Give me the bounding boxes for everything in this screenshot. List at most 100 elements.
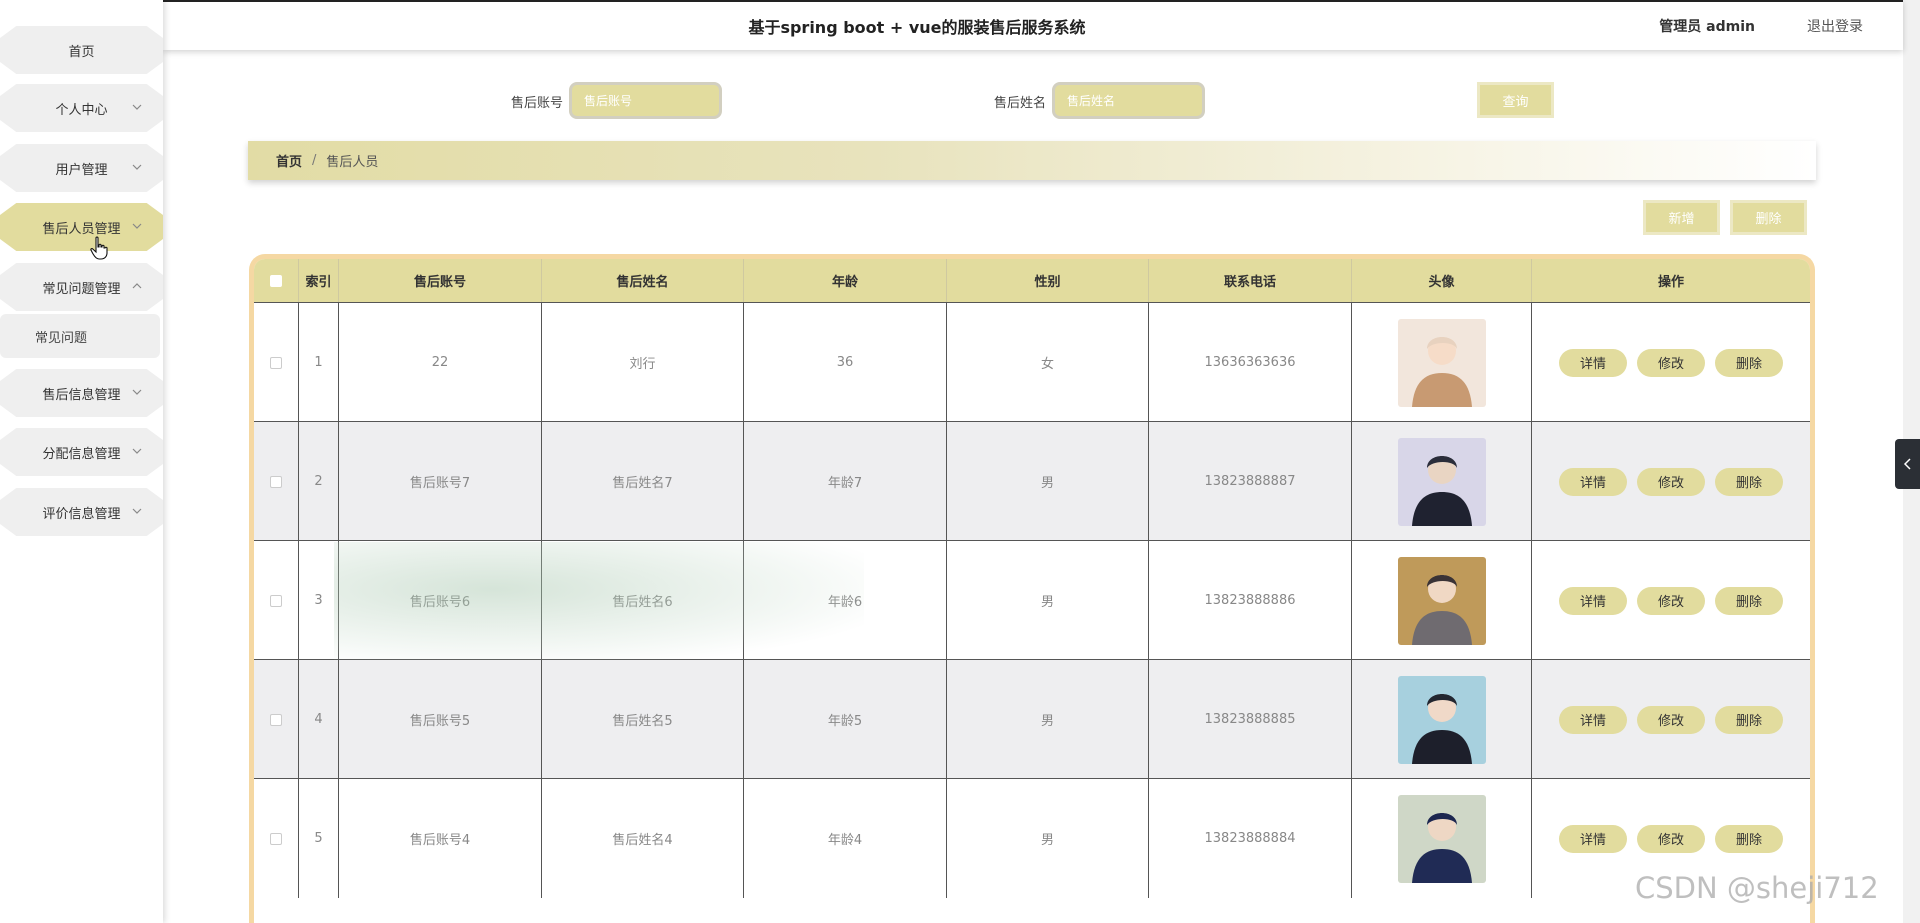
sidebar-item-profile[interactable]: 个人中心 [0, 84, 163, 132]
detail-button[interactable]: 详情 [1559, 348, 1627, 377]
collapse-panel-button[interactable] [1895, 439, 1920, 489]
query-button[interactable]: 查询 [1477, 82, 1554, 118]
breadcrumb-current: 售后人员 [326, 155, 379, 170]
row-checkbox[interactable] [270, 475, 282, 488]
cell-index: 4 [299, 660, 339, 779]
search-name-input[interactable] [1052, 82, 1205, 119]
detail-button[interactable]: 详情 [1559, 586, 1627, 615]
breadcrumb-separator: / [312, 153, 317, 168]
delete-button[interactable]: 删除 [1715, 467, 1783, 496]
cell-avatar [1352, 541, 1532, 660]
cell-age: 36 [744, 303, 947, 422]
cell-avatar [1352, 422, 1532, 541]
cell-avatar [1352, 779, 1532, 898]
column-header-avatar: 头像 [1352, 259, 1532, 302]
logout-link[interactable]: 退出登录 [1807, 16, 1863, 36]
sidebar-item-faq-management[interactable]: 常见问题管理 [0, 263, 163, 311]
avatar [1397, 794, 1486, 883]
cell-age: 年龄7 [744, 422, 947, 541]
chevron-left-icon [1903, 458, 1911, 470]
cell-actions: 详情 修改 删除 [1532, 422, 1810, 541]
cell-gender: 男 [947, 779, 1149, 898]
cell-phone: 13823888884 [1149, 779, 1352, 898]
cell-account: 22 [339, 303, 542, 422]
edit-button[interactable]: 修改 [1637, 586, 1705, 615]
sidebar-subitem-faq[interactable]: 常见问题 [0, 314, 160, 358]
column-header-name: 售后姓名 [542, 259, 744, 302]
sidebar-item-users[interactable]: 用户管理 [0, 144, 163, 192]
sidebar-item-label: 首页 [68, 44, 95, 60]
search-name-label: 售后姓名 [994, 96, 1047, 111]
search-account-input[interactable] [569, 82, 722, 119]
cell-account: 售后账号5 [339, 660, 542, 779]
column-header-index: 索引 [299, 259, 339, 302]
cell-name: 刘行 [542, 303, 744, 422]
column-header-gender: 性别 [947, 259, 1149, 302]
sidebar-item-review-info[interactable]: 评价信息管理 [0, 488, 163, 536]
delete-button[interactable]: 删除 [1715, 824, 1783, 853]
chevron-down-icon [132, 164, 142, 170]
detail-button[interactable]: 详情 [1559, 824, 1627, 853]
row-checkbox[interactable] [270, 356, 282, 369]
delete-button[interactable]: 删除 [1715, 705, 1783, 734]
sidebar-item-assignment-info[interactable]: 分配信息管理 [0, 428, 163, 476]
batch-delete-button[interactable]: 删除 [1730, 200, 1807, 235]
sidebar-item-label: 分配信息管理 [42, 446, 121, 462]
column-header-age: 年龄 [744, 259, 947, 302]
column-header-actions: 操作 [1657, 275, 1684, 290]
avatar [1397, 437, 1486, 526]
cell-avatar [1352, 303, 1532, 422]
row-checkbox[interactable] [270, 713, 282, 726]
cell-gender: 男 [947, 422, 1149, 541]
edit-button[interactable]: 修改 [1637, 824, 1705, 853]
sidebar-item-label: 个人中心 [55, 102, 108, 118]
edit-button[interactable]: 修改 [1637, 348, 1705, 377]
edit-button[interactable]: 修改 [1637, 467, 1705, 496]
delete-button[interactable]: 删除 [1715, 586, 1783, 615]
sidebar-item-label: 用户管理 [55, 162, 108, 178]
select-cell [254, 779, 299, 898]
chevron-down-icon [132, 104, 142, 110]
select-cell [254, 660, 299, 779]
breadcrumb-home[interactable]: 首页 [276, 151, 302, 170]
select-cell [254, 541, 299, 660]
top-header: 基于spring boot + vue的服装售后服务系统 管理员 admin 退… [163, 0, 1903, 50]
current-user: 管理员 admin [1659, 19, 1755, 35]
column-header-account: 售后账号 [339, 259, 542, 302]
edit-button[interactable]: 修改 [1637, 705, 1705, 734]
staff-table: 索引 售后账号 售后姓名 年龄 性别 联系电话 头像 操作 1 22 刘行 36 女 13… [249, 254, 1815, 923]
cell-name: 售后姓名4 [542, 779, 744, 898]
table-row: 3 售后账号6 售后姓名6 年龄6 男 13823888886 详情 修改 删除 [254, 540, 1810, 660]
search-account-label: 售后账号 [511, 96, 564, 111]
cell-name: 售后姓名6 [542, 541, 744, 660]
sidebar-item-aftersales-staff[interactable]: 售后人员管理 [0, 203, 163, 251]
sidebar-item-aftersales-info[interactable]: 售后信息管理 [0, 369, 163, 417]
detail-button[interactable]: 详情 [1559, 705, 1627, 734]
table-header: 索引 售后账号 售后姓名 年龄 性别 联系电话 头像 操作 [254, 259, 1810, 302]
csdn-watermark: CSDN @sheji712 [1635, 871, 1879, 905]
column-header-phone: 联系电话 [1149, 259, 1352, 302]
select-all-cell [254, 259, 299, 302]
row-checkbox[interactable] [270, 832, 282, 845]
cell-actions: 详情 修改 删除 [1532, 303, 1810, 422]
cell-index: 3 [299, 541, 339, 660]
avatar [1397, 675, 1486, 764]
avatar [1397, 556, 1486, 645]
cell-index: 1 [299, 303, 339, 422]
select-cell [254, 303, 299, 422]
sidebar-item-label: 常见问题管理 [42, 281, 121, 297]
table-row: 2 售后账号7 售后姓名7 年龄7 男 13823888887 详情 修改 删除 [254, 421, 1810, 541]
breadcrumb: 首页 / 售后人员 [248, 141, 1816, 180]
select-all-checkbox[interactable] [270, 274, 282, 287]
delete-button[interactable]: 删除 [1715, 348, 1783, 377]
row-checkbox[interactable] [270, 594, 282, 607]
sidebar-item-label: 售后信息管理 [42, 387, 121, 403]
sidebar-item-home[interactable]: 首页 [0, 26, 163, 74]
chevron-down-icon [132, 223, 142, 229]
cell-name: 售后姓名5 [542, 660, 744, 779]
add-button[interactable]: 新增 [1643, 200, 1720, 235]
chevron-up-icon [132, 283, 142, 289]
chevron-down-icon [132, 508, 142, 514]
cell-phone: 13823888885 [1149, 660, 1352, 779]
detail-button[interactable]: 详情 [1559, 467, 1627, 496]
